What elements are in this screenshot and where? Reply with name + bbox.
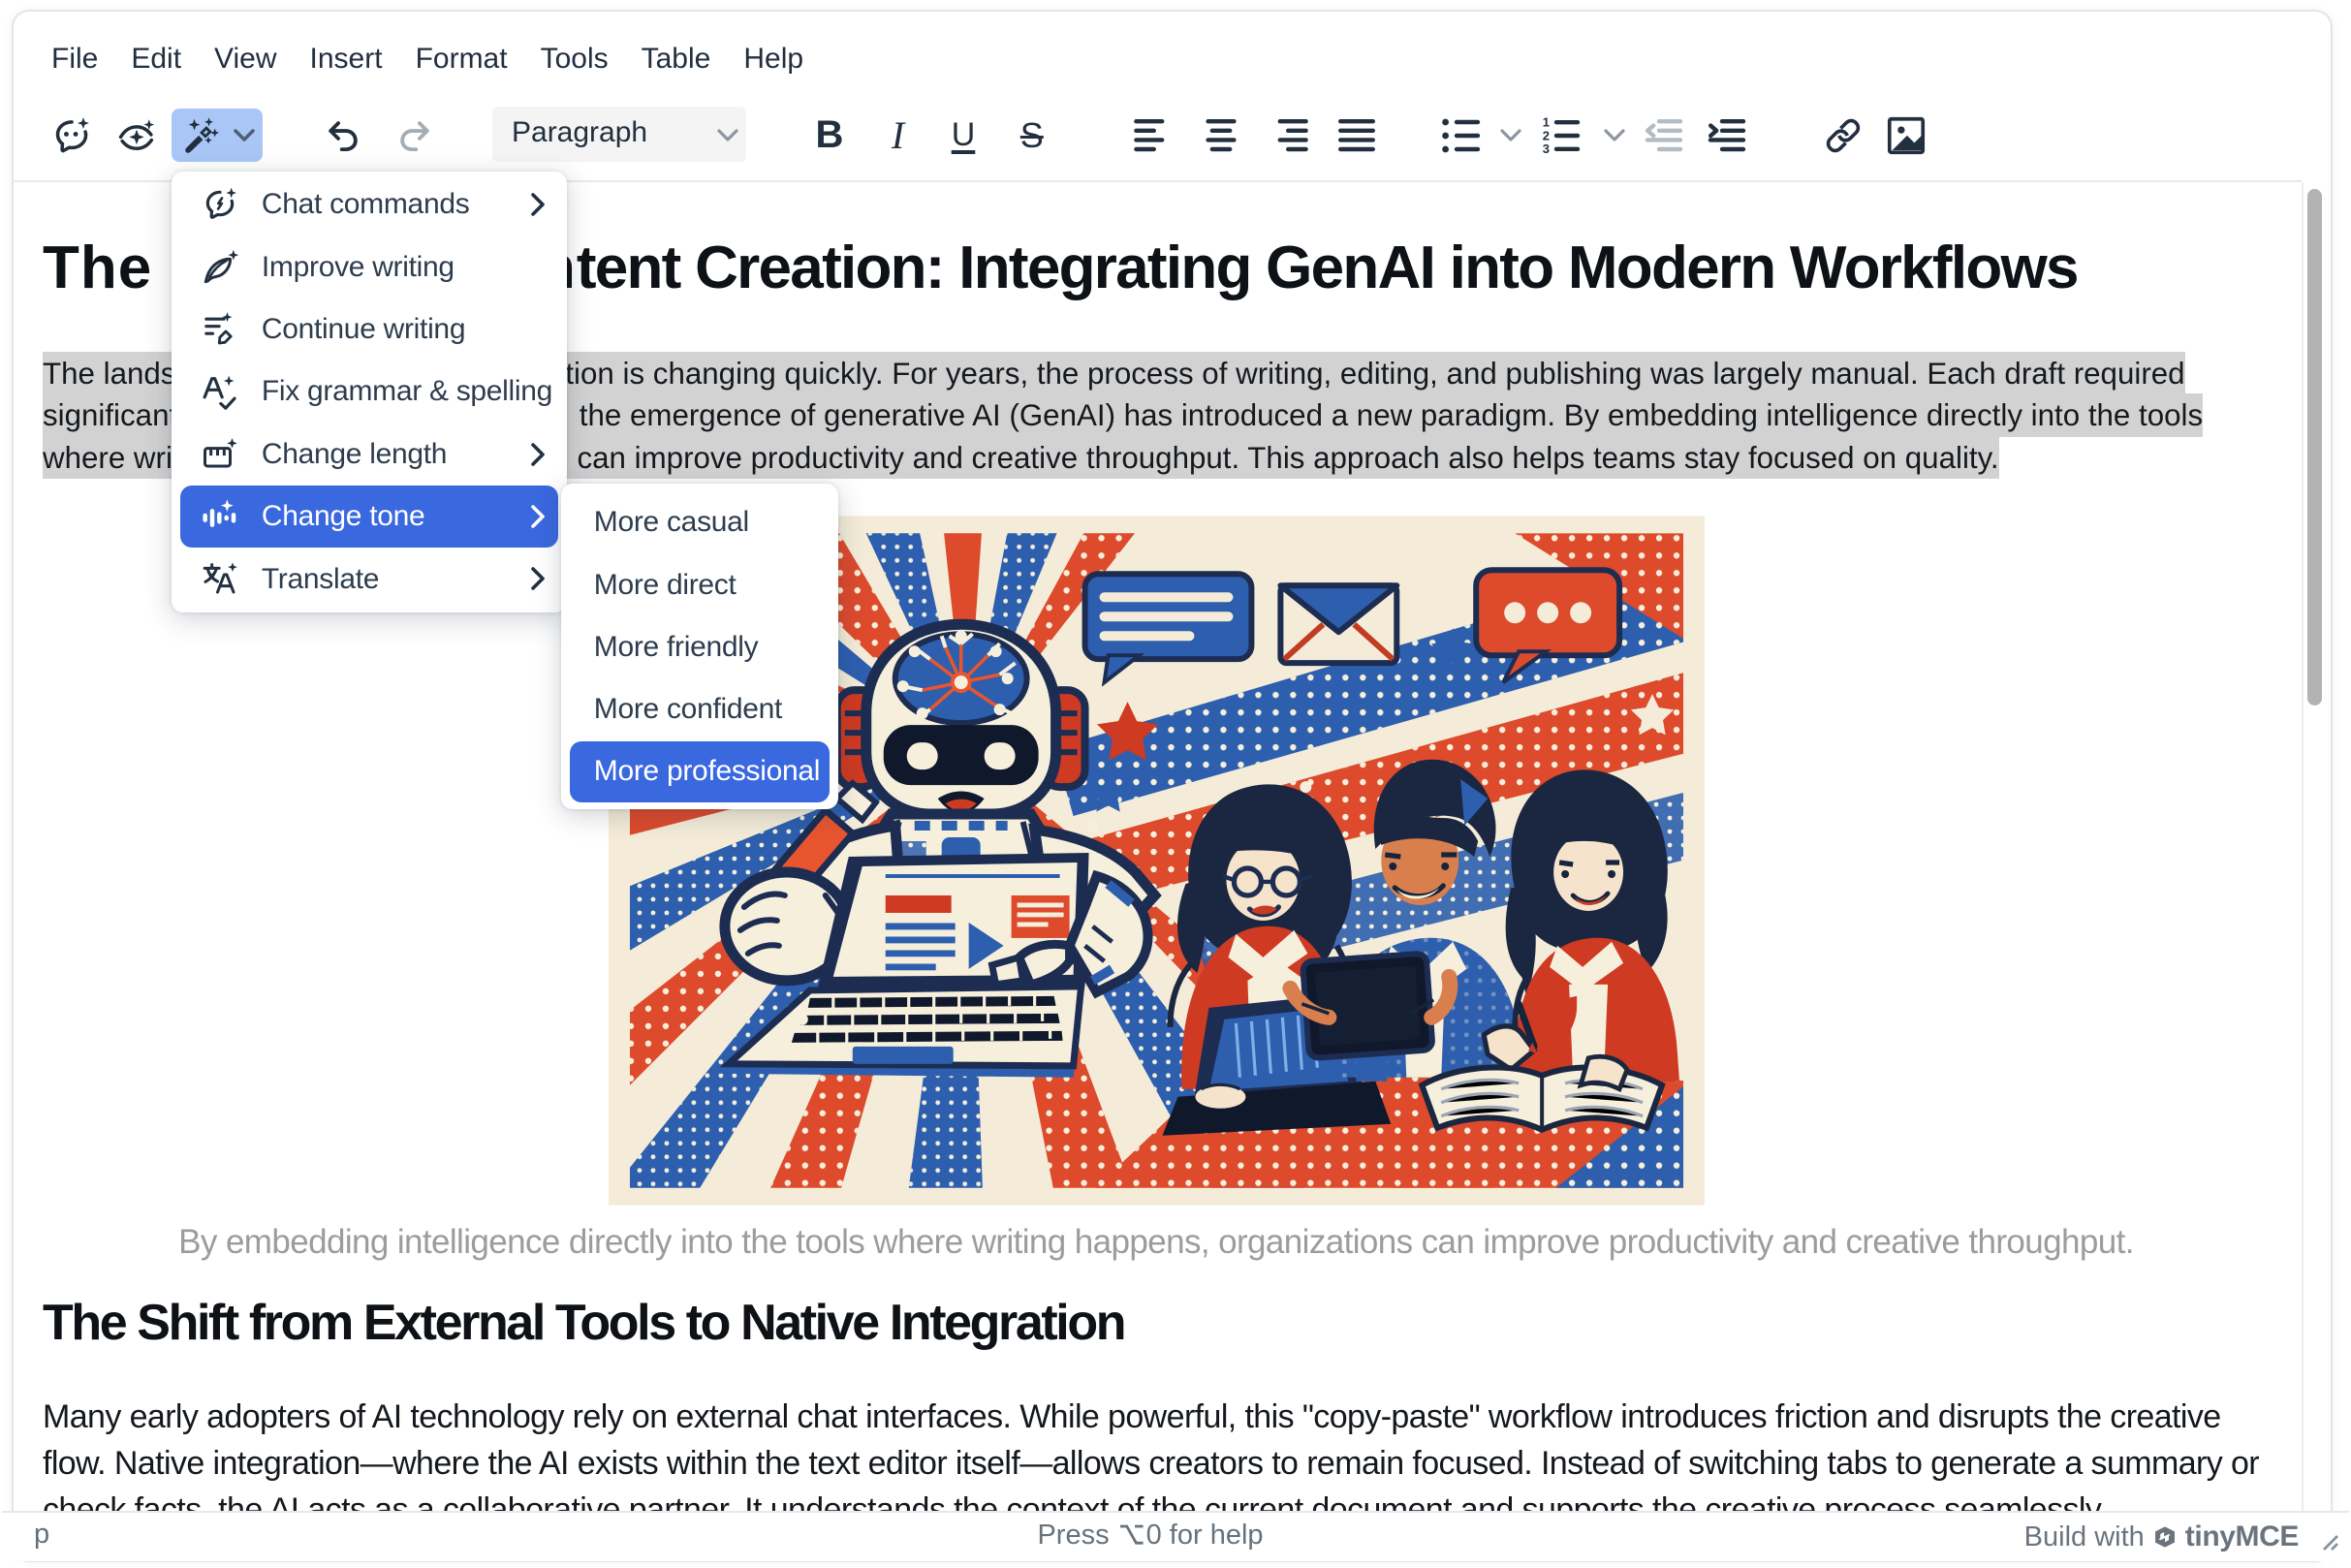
svg-text:2: 2: [1542, 128, 1549, 142]
svg-text:3: 3: [1542, 141, 1549, 154]
